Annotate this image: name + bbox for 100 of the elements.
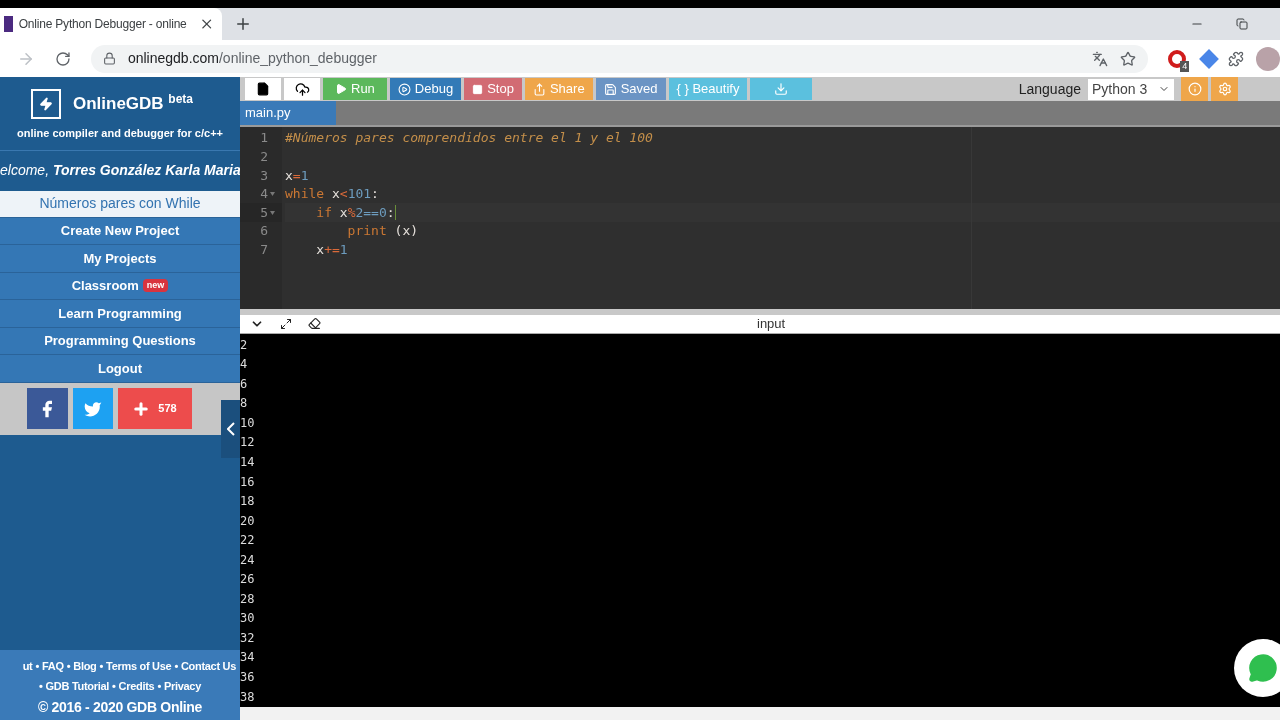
menu-item[interactable]: Logout	[0, 355, 240, 383]
new-button[interactable]	[245, 78, 281, 100]
output-line: 14	[240, 454, 255, 469]
line-number: 2	[260, 148, 268, 166]
output-line: 20	[240, 513, 255, 528]
output-line: 2	[240, 337, 248, 352]
output-line: 32	[240, 630, 255, 645]
fold-icon[interactable]	[270, 210, 275, 215]
line-number: 3	[260, 166, 268, 185]
output-line: 22	[240, 533, 255, 548]
footer-link[interactable]: Privacy	[163, 677, 201, 695]
separator: •	[174, 658, 178, 674]
copyright: © 2016 - 2020 GDB Online	[36, 698, 204, 717]
info-icon	[1187, 82, 1202, 96]
bookmark-icon[interactable]	[1120, 50, 1137, 67]
footer-link[interactable]: Blog	[73, 657, 97, 675]
tab-title: Online Python Debugger - online	[18, 16, 187, 33]
separator: •	[99, 658, 104, 674]
chat-icon	[1248, 652, 1278, 683]
separator: •	[112, 678, 116, 694]
save-icon	[603, 82, 617, 96]
footer-link[interactable]: Contact Us	[180, 657, 236, 675]
output-line: 10	[240, 415, 255, 430]
stop-button[interactable]: Stop	[464, 78, 522, 100]
output-line: 24	[240, 552, 255, 567]
code-line: print (x)	[346, 222, 419, 241]
share-icon	[532, 82, 546, 96]
translate-icon[interactable]	[1092, 50, 1109, 67]
code-line: #Números pares comprendidos entre el 1 y el 100	[285, 129, 653, 148]
output-line: 26	[240, 572, 255, 587]
code-line: x+=1	[315, 240, 348, 259]
language-label: Language	[1018, 79, 1081, 99]
output-line: 34	[240, 650, 255, 665]
browser-tab[interactable]: Online Python Debugger - online	[0, 8, 222, 40]
url-text: onlinegdb.com/online_python_debugger	[127, 49, 378, 68]
extension-badge: 4	[1180, 60, 1190, 72]
reload-icon[interactable]	[54, 50, 71, 67]
output-line: 12	[240, 435, 255, 450]
footer-link[interactable]: ut	[22, 657, 33, 675]
stop-icon	[472, 83, 484, 95]
language-select[interactable]: Python 3	[1088, 78, 1174, 100]
output-line: 36	[240, 669, 255, 684]
code-line: while x<101:	[285, 185, 379, 204]
debug-button[interactable]: Debug	[389, 78, 462, 100]
code-line: x=1	[285, 166, 309, 185]
output-line: 16	[240, 474, 255, 489]
code-line: if x%2==0:	[315, 203, 395, 222]
plus-icon	[132, 399, 151, 418]
separator: •	[39, 678, 43, 694]
saved-button[interactable]: Saved	[595, 78, 666, 100]
logo-icon	[30, 89, 61, 119]
separator: •	[157, 678, 161, 694]
settings-icon	[1217, 82, 1232, 96]
footer-link[interactable]: Terms of Use	[106, 657, 172, 675]
clear-icon[interactable]	[308, 317, 321, 331]
menu-item[interactable]: Números pares con While	[0, 190, 240, 218]
lock-icon	[102, 52, 116, 65]
output-line: 18	[240, 494, 255, 509]
footer-link[interactable]: FAQ	[42, 657, 64, 675]
footer-link[interactable]: Credits	[118, 677, 155, 695]
new-tab-icon[interactable]	[234, 15, 252, 33]
welcome-text: elcome, Torres González Karla Maria	[0, 161, 240, 180]
menu-item[interactable]: Programming Questions	[0, 327, 240, 355]
new-badge: new	[142, 279, 169, 293]
output-line: 38	[240, 689, 255, 704]
tagline: online compiler and debugger for c/c++	[17, 126, 223, 141]
output-line: 4	[240, 357, 248, 372]
facebook-button[interactable]	[26, 388, 68, 429]
upload-button[interactable]	[284, 78, 320, 100]
line-number: 6	[260, 222, 268, 241]
output-line: 6	[240, 376, 248, 391]
output-line: 8	[240, 396, 248, 411]
file-tab[interactable]: main.py	[240, 101, 336, 125]
debug-icon	[397, 82, 411, 96]
footer-link[interactable]: GDB Tutorial	[45, 677, 109, 695]
twitter-button[interactable]	[72, 388, 113, 429]
collapse-button[interactable]	[221, 400, 240, 458]
separator: •	[66, 658, 71, 674]
extensions-icon[interactable]	[1228, 50, 1245, 67]
output-line: 28	[240, 591, 255, 606]
upload-icon	[294, 81, 310, 97]
menu-item[interactable]: Learn Programming	[0, 300, 240, 328]
file-icon	[256, 82, 270, 96]
separator: •	[35, 658, 39, 674]
address-field[interactable]: onlinegdb.com/online_python_debugger	[90, 44, 1149, 73]
play-icon	[335, 83, 347, 95]
restore-icon[interactable]	[1236, 18, 1248, 30]
menu-item[interactable]: My Projects	[0, 245, 240, 273]
chevron-left-icon	[226, 422, 235, 436]
run-button[interactable]: Run	[323, 78, 387, 100]
menu-item[interactable]: Classroom new	[0, 272, 240, 300]
chat-button[interactable]	[1234, 638, 1280, 697]
share-count-button[interactable]: 578	[117, 388, 192, 429]
fold-icon[interactable]	[270, 191, 275, 196]
expand-icon[interactable]	[280, 317, 292, 330]
site-icon	[4, 16, 13, 32]
menu-item[interactable]: Create New Project	[0, 217, 240, 245]
brand-name: OnlineGDB $^{beta}$	[72, 91, 194, 116]
output-line: 30	[240, 611, 255, 626]
line-number: 1	[260, 129, 268, 148]
